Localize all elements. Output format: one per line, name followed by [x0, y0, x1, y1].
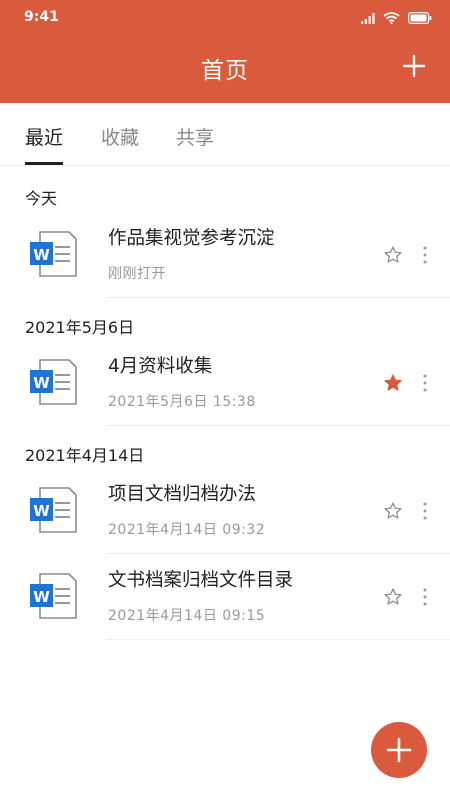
- wifi-icon: [383, 12, 400, 24]
- fab-add-button[interactable]: [371, 722, 427, 778]
- more-vertical-icon[interactable]: [418, 373, 432, 393]
- file-item[interactable]: W 文书档案归档文件目录 2021年4月14日 09:15: [0, 554, 450, 640]
- tab-bar: 最近 收藏 共享: [0, 103, 450, 166]
- word-document-icon: W: [30, 231, 77, 277]
- status-bar: 9:41: [0, 0, 450, 36]
- app-header: 9:41 首页: [0, 0, 450, 103]
- star-icon[interactable]: [383, 501, 403, 521]
- star-filled-icon[interactable]: [383, 373, 403, 393]
- svg-text:W: W: [33, 502, 50, 520]
- file-item[interactable]: W 4月资料收集 2021年5月6日 15:38: [0, 340, 450, 426]
- add-button[interactable]: [402, 54, 426, 78]
- plus-icon: [386, 737, 412, 763]
- tab-favorites[interactable]: 收藏: [101, 123, 139, 150]
- word-document-icon: W: [30, 359, 77, 405]
- file-subtitle: 刚刚打开: [108, 266, 166, 282]
- file-title: 文书档案归档文件目录: [108, 570, 294, 591]
- file-item[interactable]: W 作品集视觉参考沉淀 刚刚打开: [0, 212, 450, 298]
- tab-indicator: [25, 162, 63, 165]
- divider: [106, 639, 450, 640]
- signal-icon: [361, 12, 375, 24]
- word-document-icon: W: [30, 487, 77, 533]
- file-title: 作品集视觉参考沉淀: [108, 228, 275, 249]
- tab-recent[interactable]: 最近: [25, 123, 63, 150]
- status-time: 9:41: [24, 9, 59, 25]
- page-title: 首页: [201, 58, 249, 84]
- more-vertical-icon[interactable]: [418, 245, 432, 265]
- svg-text:W: W: [33, 588, 50, 606]
- section-label: 2021年4月14日: [25, 446, 145, 465]
- word-document-icon: W: [30, 573, 77, 619]
- divider: [106, 425, 450, 426]
- star-icon[interactable]: [383, 245, 403, 265]
- more-vertical-icon[interactable]: [418, 587, 432, 607]
- file-subtitle: 2021年5月6日 15:38: [108, 394, 256, 410]
- more-vertical-icon[interactable]: [418, 501, 432, 521]
- star-icon[interactable]: [383, 587, 403, 607]
- section-label: 今天: [25, 189, 58, 208]
- tab-shared[interactable]: 共享: [176, 123, 214, 150]
- svg-text:W: W: [33, 374, 50, 392]
- file-title: 项目文档归档办法: [108, 484, 257, 505]
- file-item[interactable]: W 项目文档归档办法 2021年4月14日 09:32: [0, 468, 450, 554]
- file-subtitle: 2021年4月14日 09:32: [108, 522, 266, 538]
- file-title: 4月资料收集: [108, 356, 213, 377]
- battery-icon: [408, 12, 432, 24]
- plus-icon: [402, 54, 426, 78]
- section-label: 2021年5月6日: [25, 318, 135, 337]
- status-icons: [361, 12, 432, 24]
- file-subtitle: 2021年4月14日 09:15: [108, 608, 266, 624]
- divider: [106, 297, 450, 298]
- svg-text:W: W: [33, 246, 50, 264]
